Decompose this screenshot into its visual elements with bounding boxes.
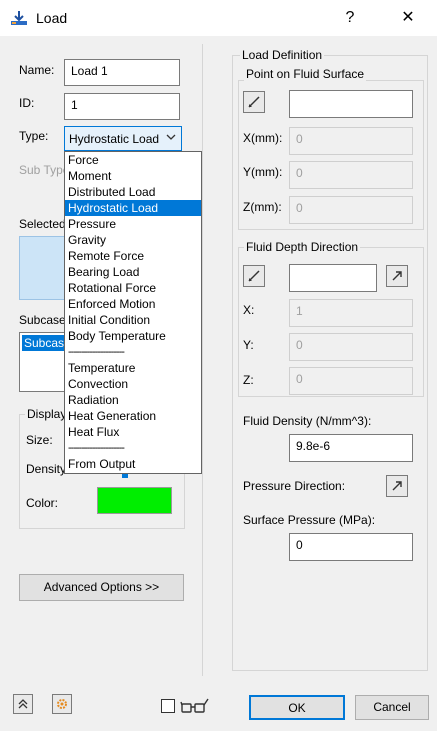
dropdown-item[interactable]: Enforced Motion: [65, 296, 201, 312]
color-label: Color:: [26, 496, 59, 510]
id-input[interactable]: 1: [64, 93, 180, 120]
pick-icon: [248, 96, 260, 108]
dropdown-item[interactable]: Body Temperature: [65, 328, 201, 344]
pressure-direction-button[interactable]: [386, 475, 408, 497]
chevron-down-icon: [165, 130, 177, 147]
window-title: Load: [36, 10, 68, 26]
dz-label: Z:: [243, 373, 254, 387]
diagonal-arrow-icon: [392, 481, 402, 491]
dropdown-item[interactable]: Convection: [65, 376, 201, 392]
dropdown-item[interactable]: Heat Flux: [65, 424, 201, 440]
color-swatch[interactable]: [97, 487, 172, 514]
pane-divider: [202, 44, 203, 676]
dropdown-item[interactable]: Heat Generation: [65, 408, 201, 424]
size-label: Size:: [26, 433, 53, 447]
surface-pressure-input[interactable]: 0: [289, 533, 413, 561]
advanced-options-button[interactable]: Advanced Options >>: [19, 574, 184, 601]
fluid-density-label: Fluid Density (N/mm^3):: [243, 414, 372, 428]
glasses-icon: [180, 697, 210, 718]
name-input[interactable]: Load 1: [64, 59, 180, 86]
point-input[interactable]: [289, 90, 413, 118]
dropdown-item[interactable]: From Output: [65, 456, 201, 472]
reverse-direction-button[interactable]: [386, 265, 408, 287]
type-label: Type:: [19, 129, 49, 143]
dz-input[interactable]: 0: [289, 367, 413, 395]
depth-group-title: Fluid Depth Direction: [244, 240, 361, 254]
cancel-button[interactable]: Cancel: [355, 695, 429, 720]
dropdown-item[interactable]: Temperature: [65, 360, 201, 376]
dy-label: Y:: [243, 338, 254, 352]
dropdown-item[interactable]: Remote Force: [65, 248, 201, 264]
z-label: Z(mm):: [243, 200, 282, 214]
x-input[interactable]: 0: [289, 127, 413, 155]
dropdown-item[interactable]: Pressure: [65, 216, 201, 232]
pick-point-button[interactable]: [243, 91, 265, 113]
preview-checkbox[interactable]: [161, 699, 175, 713]
dropdown-item[interactable]: Radiation: [65, 392, 201, 408]
density-label: Density: [26, 462, 67, 476]
type-select[interactable]: Hydrostatic Load: [64, 126, 182, 151]
dropdown-item[interactable]: Gravity: [65, 232, 201, 248]
dx-label: X:: [243, 303, 255, 317]
subcase-label: Subcase: [19, 313, 66, 327]
x-label: X(mm):: [243, 131, 283, 145]
y-input[interactable]: 0: [289, 161, 413, 189]
direction-input[interactable]: [289, 264, 377, 292]
dropdown-item[interactable]: Distributed Load: [65, 184, 201, 200]
help-button[interactable]: ?: [334, 4, 366, 32]
double-chevron-up-icon: [18, 699, 28, 709]
fluid-density-input[interactable]: 9.8e-6: [289, 434, 413, 462]
dropdown-item[interactable]: Moment: [65, 168, 201, 184]
dy-input[interactable]: 0: [289, 333, 413, 361]
ok-button[interactable]: OK: [249, 695, 345, 720]
load-definition-title: Load Definition: [240, 48, 325, 62]
y-label: Y(mm):: [243, 165, 283, 179]
dropdown-separator: ---------------------: [68, 346, 125, 358]
subtype-label: Sub Type: [19, 163, 70, 177]
name-label: Name:: [19, 63, 55, 77]
point-group-title: Point on Fluid Surface: [244, 67, 367, 81]
dx-input[interactable]: 1: [289, 299, 413, 327]
dropdown-item[interactable]: Force: [65, 152, 201, 168]
dropdown-item[interactable]: Rotational Force: [65, 280, 201, 296]
settings-button[interactable]: [52, 694, 72, 714]
pick-icon: [248, 270, 260, 282]
gear-icon: [57, 699, 67, 709]
dropdown-separator: ---------------------: [68, 442, 125, 454]
dropdown-item[interactable]: Hydrostatic Load: [65, 200, 201, 216]
pick-direction-button[interactable]: [243, 265, 265, 287]
pressure-direction-label: Pressure Direction:: [243, 479, 346, 493]
surface-pressure-label: Surface Pressure (MPa):: [243, 513, 376, 527]
z-input[interactable]: 0: [289, 196, 413, 224]
load-app-icon: [10, 10, 28, 26]
dropdown-item[interactable]: Initial Condition: [65, 312, 201, 328]
id-label: ID:: [19, 96, 35, 110]
type-select-value: Hydrostatic Load: [69, 132, 159, 146]
collapse-button[interactable]: [13, 694, 33, 714]
selected-label: Selected: [19, 217, 66, 231]
dropdown-item[interactable]: Bearing Load: [65, 264, 201, 280]
diagonal-arrow-icon: [392, 271, 402, 281]
type-dropdown-list: Force Moment Distributed Load Hydrostatic L…: [64, 151, 202, 474]
display-group-title: Display: [25, 407, 69, 421]
close-button[interactable]: ✕: [392, 4, 424, 32]
